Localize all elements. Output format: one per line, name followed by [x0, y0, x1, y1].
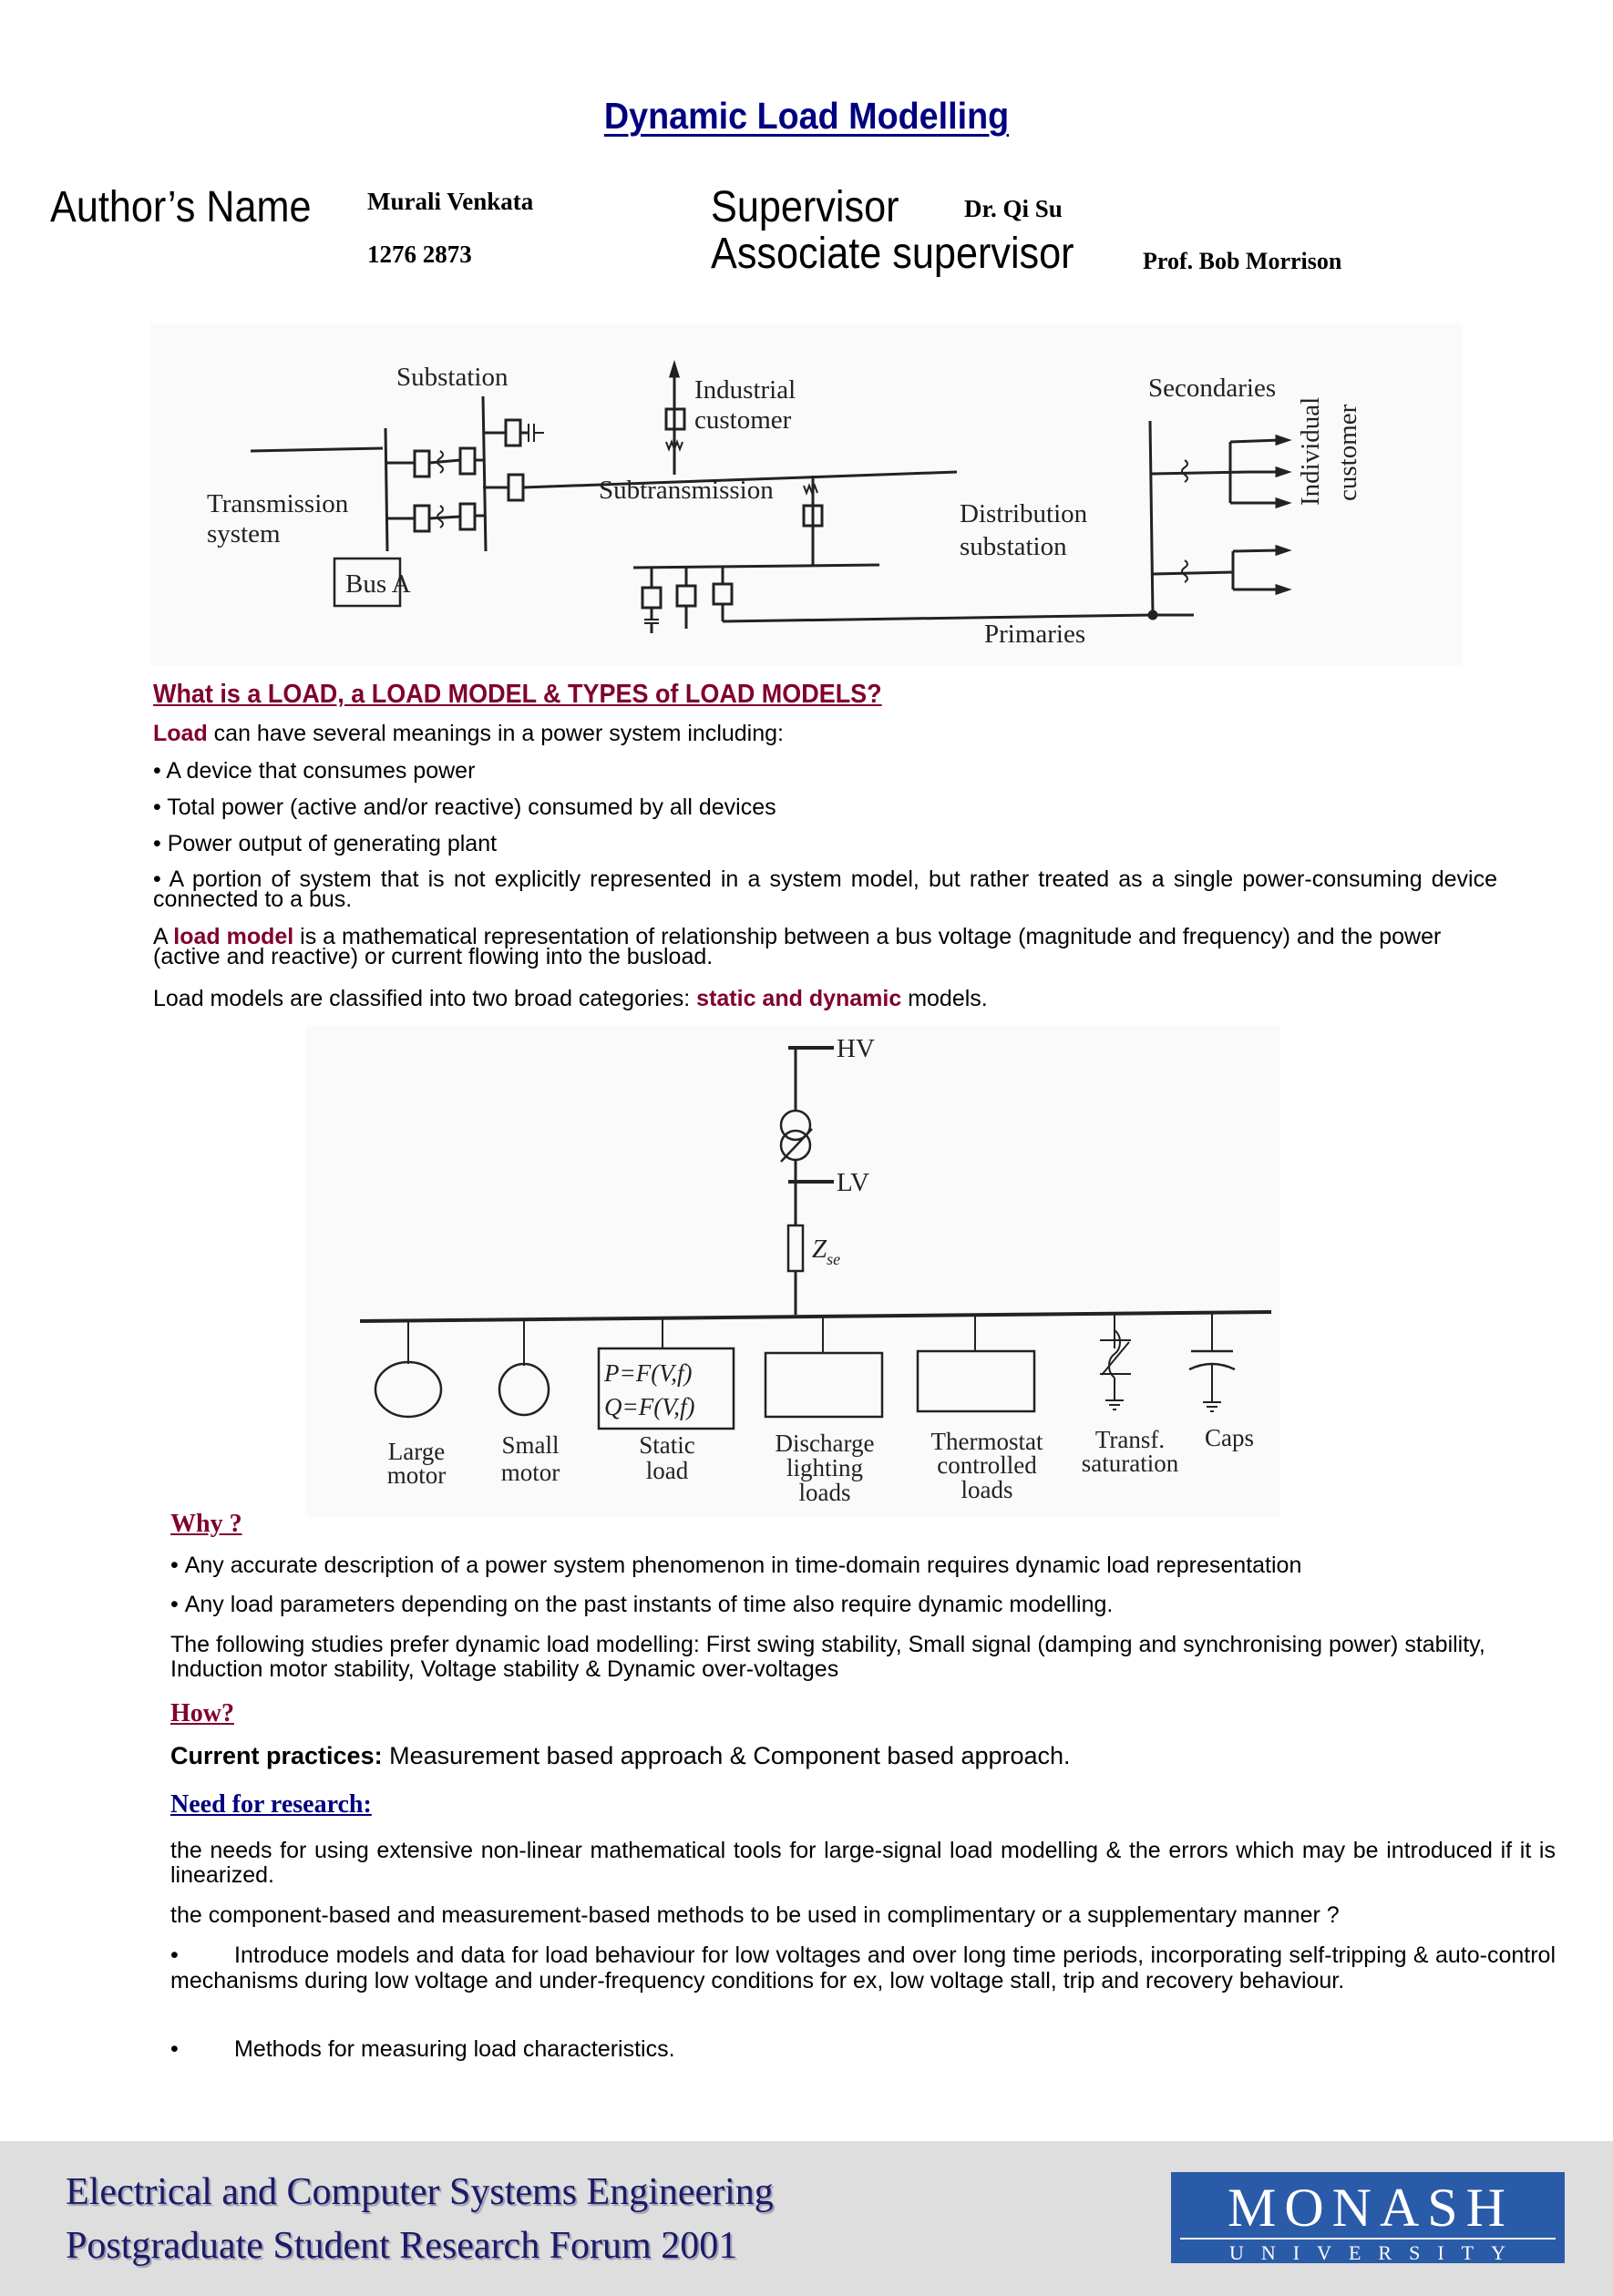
section-heading-load: What is a LOAD, a LOAD MODEL & TYPES of … [153, 680, 882, 709]
load-type-labels: Large motor Small motor Static load Disc… [387, 1424, 1254, 1506]
power-system-diagram: Substation Transmission system Bus A Sub… [150, 323, 1463, 665]
student-id: 1276 2873 [367, 241, 472, 268]
load-label-line2: load [646, 1457, 689, 1484]
load-model-text: is a mathematical representation of rela… [153, 924, 1442, 969]
load-intro: Load can have several meanings in a powe… [153, 722, 784, 746]
why-bullet-text: Any load parameters depending on the pas… [184, 1592, 1114, 1617]
label-individual-2: customer [1333, 404, 1362, 501]
load-composition-diagram: HV LV Zse P=F(V,f) Q=F(V,f) Large motor … [305, 1025, 1280, 1517]
need-bullet: Methods for measuring load characteristi… [234, 2036, 675, 2062]
label-bus-a: Bus A [345, 569, 411, 599]
zse-sub: se [827, 1250, 840, 1268]
label-distribution-2: substation [960, 532, 1067, 561]
why-bullet-text: Any accurate description of a power syst… [184, 1553, 1302, 1578]
load-model-definition: A load model is a mathematical represent… [153, 924, 1497, 969]
static-dynamic-term: static and dynamic [696, 986, 902, 1011]
footer-forum: Postgraduate Student Research Forum 2001 [66, 2225, 738, 2267]
static-equation-q: Q=F(V,f) [604, 1393, 694, 1420]
current-practices: Current practices: Measurement based app… [170, 1744, 1071, 1768]
load-label-line2: controlled [937, 1451, 1037, 1479]
need-heading: Need for research: [170, 1790, 372, 1819]
supervisor-label: Supervisor [711, 183, 899, 231]
load-classification: Load models are classified into two broa… [153, 987, 988, 1011]
label-subtransmission: Subtransmission [599, 476, 774, 505]
load-bullet: • A device that consumes power [153, 758, 476, 784]
label-lv: LV [837, 1168, 869, 1197]
load-label-line1: Static [639, 1431, 695, 1459]
why-bullet: • Any load parameters depending on the p… [170, 1593, 1113, 1617]
load-label-line3: loads [799, 1479, 851, 1506]
load-label-line2: motor [387, 1461, 447, 1489]
assoc-supervisor-label: Associate supervisor [711, 230, 1074, 278]
load-label-line2: saturation [1082, 1450, 1179, 1477]
classify-rest: models. [901, 986, 988, 1011]
label-distribution-1: Distribution [960, 499, 1088, 528]
studies-paragraph: The following studies prefer dynamic loa… [170, 1632, 1485, 1682]
current-practices-label: Current practices: [170, 1742, 383, 1769]
monash-logo: MONASH UNIVERSITY [1171, 2172, 1565, 2264]
load-label-line2: lighting [786, 1454, 863, 1481]
load-label-line1: Small [501, 1431, 559, 1459]
current-practices-text: Measurement based approach & Component b… [382, 1742, 1071, 1769]
author-label: Author’s Name [50, 183, 312, 231]
load-bullet: • Power output of generating plant [153, 831, 498, 856]
label-transmission-2: system [207, 519, 281, 548]
load-bullet: • Total power (active and/or reactive) c… [153, 794, 776, 820]
why-heading: Why ? [170, 1510, 242, 1538]
load-bullet: • A portion of system that is not explic… [153, 866, 1497, 912]
poster-title: Dynamic Load Modelling [603, 95, 1010, 137]
load-label-line1: Discharge [776, 1430, 875, 1457]
label-transmission-1: Transmission [207, 489, 349, 518]
load-label-line3: loads [961, 1476, 1013, 1503]
monash-logo-wordmark: MONASH [1227, 2178, 1515, 2238]
need-paragraph: the needs for using extensive non-linear… [170, 1838, 1556, 1888]
label-industrial-1: Industrial [694, 375, 796, 405]
static-equation-p: P=F(V,f) [603, 1359, 692, 1387]
supervisor-name: Dr. Qi Su [964, 195, 1063, 222]
zse-main: Z [812, 1235, 827, 1264]
load-label-line1: Caps [1205, 1424, 1254, 1451]
label-zse: Zse [812, 1235, 840, 1268]
monash-logo-rule [1180, 2238, 1556, 2240]
load-intro-text: can have several meanings in a power sys… [207, 721, 784, 746]
bullet-icon: • [170, 1592, 185, 1617]
how-heading: How? [170, 1699, 234, 1727]
need-bullet: Introduce models and data for load behav… [170, 1942, 1556, 1994]
label-substation: Substation [396, 363, 509, 392]
why-bullet: • Any accurate description of a power sy… [170, 1553, 1301, 1578]
label-secondaries: Secondaries [1148, 374, 1276, 403]
author-name: Murali Venkata [367, 188, 534, 215]
assoc-supervisor-name: Prof. Bob Morrison [1143, 248, 1342, 274]
classify-pre: Load models are classified into two broa… [153, 986, 697, 1011]
label-primaries: Primaries [984, 620, 1085, 649]
load-term: Load [153, 721, 208, 746]
label-hv: HV [837, 1034, 875, 1063]
footer-department: Electrical and Computer Systems Engineer… [66, 2171, 774, 2213]
label-industrial-2: customer [694, 405, 792, 435]
need-question: the component-based and measurement-base… [170, 1902, 1340, 1928]
monash-logo-subtitle: UNIVERSITY [1229, 2241, 1523, 2264]
bullet-icon: • [170, 1553, 185, 1578]
bullet-icon: • [170, 2036, 179, 2062]
label-individual-1: Individual [1296, 397, 1325, 506]
load-label-line2: motor [501, 1459, 560, 1486]
